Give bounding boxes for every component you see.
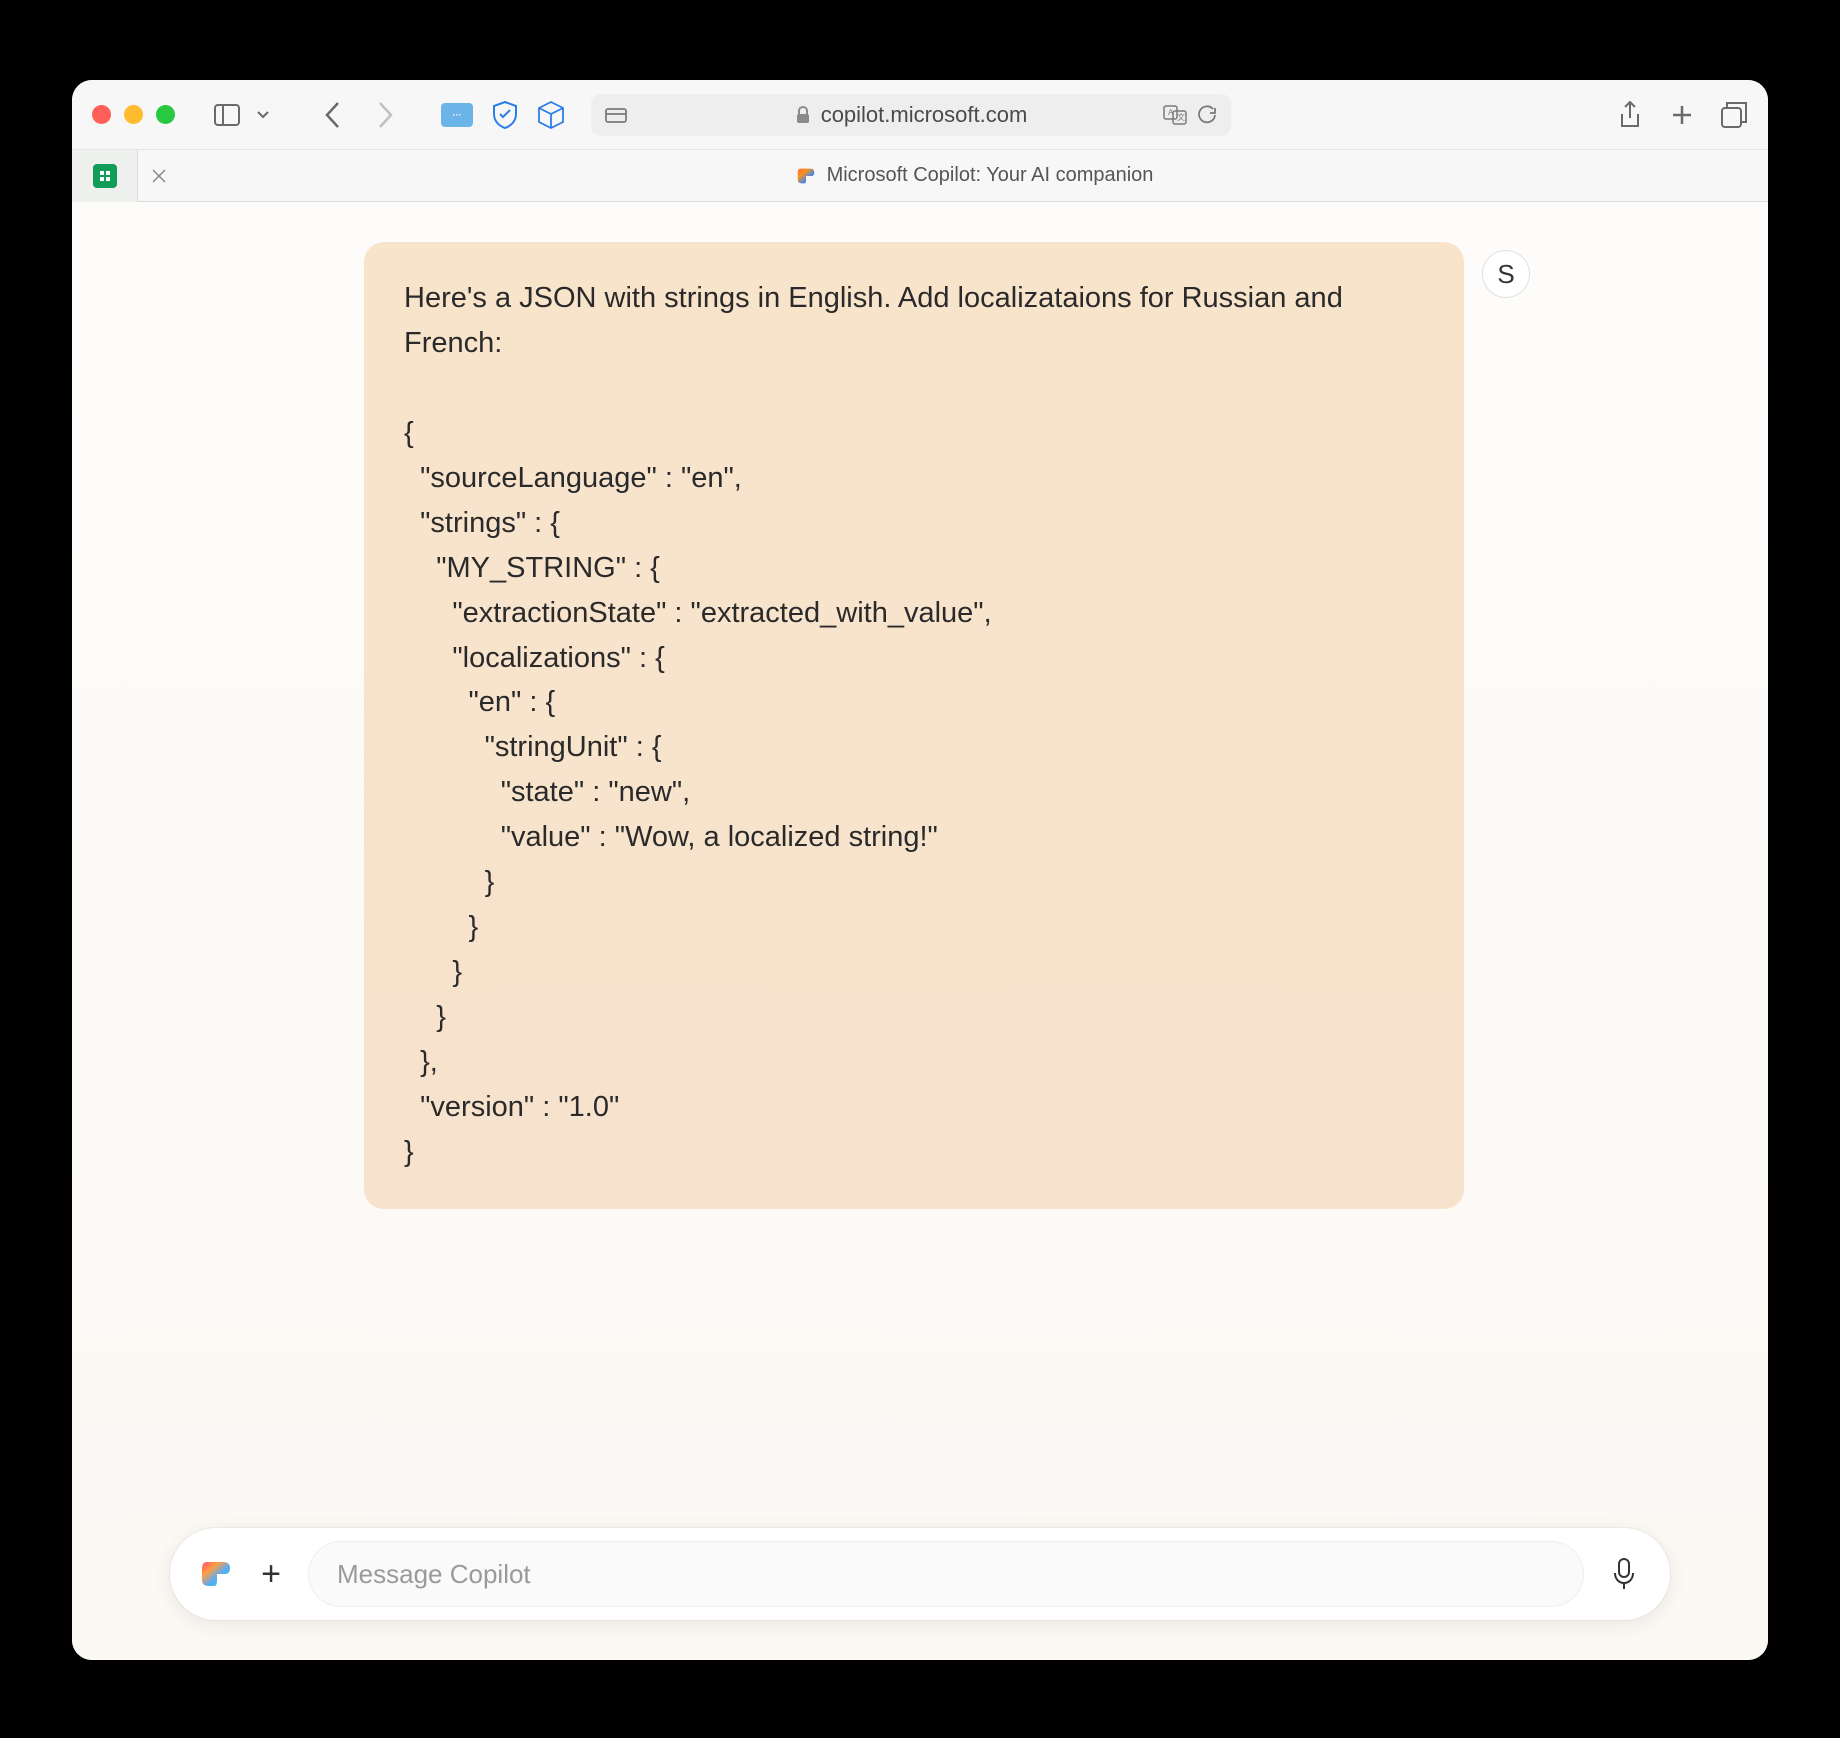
tabs-overview-icon[interactable]: [1720, 101, 1748, 129]
svg-text:A: A: [1168, 108, 1174, 117]
svg-text:文: 文: [1177, 112, 1185, 122]
active-tab[interactable]: Microsoft Copilot: Your AI companion: [180, 164, 1768, 187]
browser-window: ···: [72, 80, 1768, 1660]
shield-icon[interactable]: [491, 101, 519, 129]
copilot-logo-icon[interactable]: [198, 1556, 234, 1592]
translate-icon[interactable]: A 文: [1163, 105, 1187, 125]
input-container: +: [170, 1528, 1670, 1620]
toolbar-right: [1616, 101, 1748, 129]
tab-title: Microsoft Copilot: Your AI companion: [827, 164, 1154, 187]
copilot-favicon: [795, 165, 817, 187]
page-content: Here's a JSON with strings in English. A…: [72, 202, 1768, 1660]
tab-bar: Microsoft Copilot: Your AI companion: [72, 150, 1768, 202]
tab-close-button[interactable]: [138, 168, 180, 184]
new-tab-icon[interactable]: [1668, 101, 1696, 129]
sidebar-dropdown-icon[interactable]: [249, 101, 277, 129]
sidebar-toggle-button[interactable]: [213, 101, 241, 129]
extension-icons: ···: [441, 101, 565, 129]
minimize-window-button[interactable]: [124, 105, 143, 124]
address-bar[interactable]: copilot.microsoft.com A 文: [591, 94, 1231, 136]
sheets-icon: [93, 164, 117, 188]
add-attachment-button[interactable]: +: [256, 1555, 286, 1594]
cube-icon[interactable]: [537, 101, 565, 129]
url-text: copilot.microsoft.com: [821, 102, 1028, 128]
maximize-window-button[interactable]: [156, 105, 175, 124]
lock-icon: [795, 106, 811, 124]
site-settings-icon[interactable]: [605, 106, 627, 124]
close-window-button[interactable]: [92, 105, 111, 124]
forward-button[interactable]: [371, 101, 399, 129]
extension-icon-1[interactable]: ···: [441, 103, 473, 127]
input-area: +: [72, 1528, 1768, 1660]
reload-icon[interactable]: [1197, 105, 1217, 125]
microphone-button[interactable]: [1606, 1556, 1642, 1592]
user-message-text: Here's a JSON with strings in English. A…: [404, 276, 1424, 1175]
window-controls: [92, 105, 175, 124]
message-input[interactable]: [308, 1541, 1584, 1607]
user-message-bubble: Here's a JSON with strings in English. A…: [364, 242, 1464, 1209]
user-avatar[interactable]: S: [1482, 250, 1530, 298]
back-button[interactable]: [319, 101, 347, 129]
pinned-tab[interactable]: [72, 150, 138, 202]
browser-toolbar: ···: [72, 80, 1768, 150]
share-icon[interactable]: [1616, 101, 1644, 129]
nav-arrows: [319, 101, 399, 129]
chat-area: Here's a JSON with strings in English. A…: [72, 202, 1768, 1528]
